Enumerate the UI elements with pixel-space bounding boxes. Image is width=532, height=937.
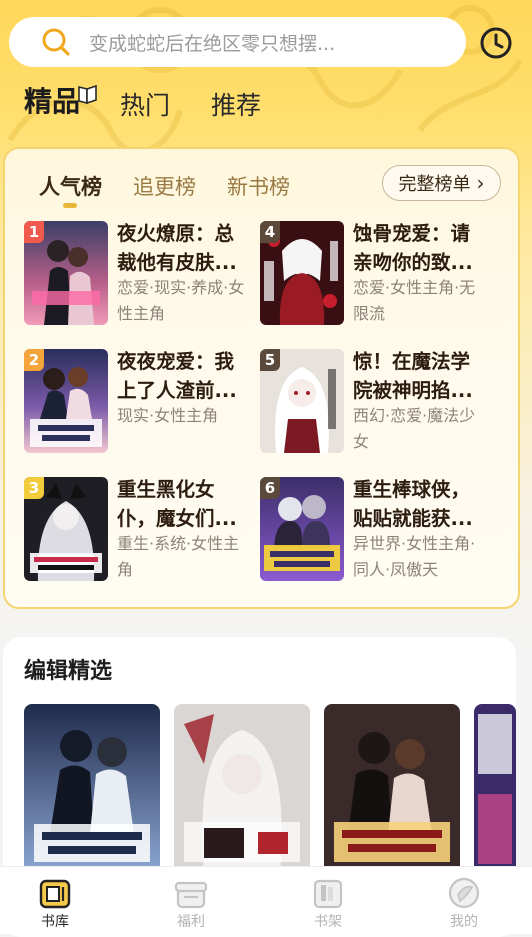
ranking-item[interactable]: 4 蚀骨宠爱：请亲吻你的致... 恋爱·女性主角·无限流 — [260, 221, 495, 325]
search-placeholder: 变成蛇蛇后在绝区零只想摆... — [89, 32, 336, 55]
nav-label: 福利 — [177, 914, 205, 930]
library-icon — [39, 879, 71, 909]
tab-featured[interactable]: 精品 — [24, 80, 80, 120]
book-title: 夜火燎原：总裁他有皮肤... — [117, 222, 237, 274]
full-ranking-label: 完整榜单 — [398, 174, 471, 195]
book-title: 重生黑化女仆，魔女们... — [117, 478, 237, 530]
rank-badge: 2 — [24, 349, 44, 371]
book-tags: 现实·女性主角 — [117, 406, 219, 425]
full-ranking-button[interactable]: 完整榜单 › — [382, 165, 501, 201]
editor-book-cover[interactable] — [324, 704, 460, 874]
book-title: 夜夜宠爱：我上了人渣前... — [117, 350, 237, 402]
ranking-item[interactable]: 3 重生黑化女仆，魔女们... 重生·系统·女性主角 — [24, 477, 259, 581]
tab-new[interactable]: 新书榜 — [227, 171, 290, 201]
ranking-item[interactable]: 2 夜夜宠爱：我上了人渣前... 现实·女性主角 — [24, 349, 259, 453]
tab-recommend[interactable]: 推荐 — [211, 86, 261, 122]
clock-icon[interactable] — [479, 26, 513, 60]
search-bar[interactable]: 变成蛇蛇后在绝区零只想摆... — [9, 17, 466, 67]
tab-popular[interactable]: 人气榜 — [39, 171, 102, 201]
book-tags: 重生·系统·女性主角 — [117, 534, 240, 579]
book-icon — [78, 84, 97, 105]
book-title: 重生棒球侠，贴贴就能获... — [353, 478, 473, 530]
rank-badge: 6 — [260, 477, 280, 499]
book-tags: 西幻·恋爱·魔法少女 — [353, 406, 476, 451]
section-title: 编辑精选 — [24, 659, 113, 684]
nav-library[interactable]: 书库 — [15, 867, 95, 934]
rank-badge: 4 — [260, 221, 280, 243]
rank-badge: 5 — [260, 349, 280, 371]
rank-badge: 3 — [24, 477, 44, 499]
ranking-card: 人气榜 追更榜 新书榜 完整榜单 › 1 夜火燎原：总裁他有皮肤... 恋爱·现… — [3, 147, 520, 609]
book-title: 蚀骨宠爱：请亲吻你的致... — [353, 222, 473, 274]
ranking-item[interactable]: 6 重生棒球侠，贴贴就能获... 异世界·女性主角·同人·凤傲天 — [260, 477, 495, 581]
chevron-right-icon: › — [476, 171, 485, 195]
book-title: 惊！在魔法学院被神明掐... — [353, 350, 473, 402]
bookshelf-icon — [313, 879, 343, 909]
bottom-navigation: 书库 福利 书架 我的 — [0, 866, 532, 934]
tab-hot[interactable]: 热门 — [120, 86, 170, 122]
editor-book-cover[interactable] — [24, 704, 160, 874]
book-tags: 恋爱·女性主角·无限流 — [353, 278, 476, 323]
active-tab-indicator — [63, 203, 77, 208]
ranking-item[interactable]: 5 惊！在魔法学院被神明掐... 西幻·恋爱·魔法少女 — [260, 349, 495, 453]
nav-profile[interactable]: 我的 — [424, 867, 504, 934]
nav-label: 书库 — [41, 914, 69, 930]
editor-book-cover[interactable] — [174, 704, 310, 874]
ranking-item[interactable]: 1 夜火燎原：总裁他有皮肤... 恋爱·现实·养成·女性主角 — [24, 221, 259, 325]
book-tags: 恋爱·现实·养成·女性主角 — [117, 278, 245, 323]
editor-book-cover[interactable] — [474, 704, 516, 874]
tab-following[interactable]: 追更榜 — [133, 171, 196, 201]
nav-bookshelf[interactable]: 书架 — [288, 867, 368, 934]
nav-label: 书架 — [314, 914, 342, 930]
rank-badge: 1 — [24, 221, 44, 243]
book-tags: 异世界·女性主角·同人·凤傲天 — [353, 534, 476, 579]
profile-icon — [448, 877, 480, 909]
nav-label: 我的 — [450, 914, 478, 930]
gift-icon — [174, 881, 208, 909]
nav-welfare[interactable]: 福利 — [151, 867, 231, 934]
search-icon — [42, 28, 70, 56]
